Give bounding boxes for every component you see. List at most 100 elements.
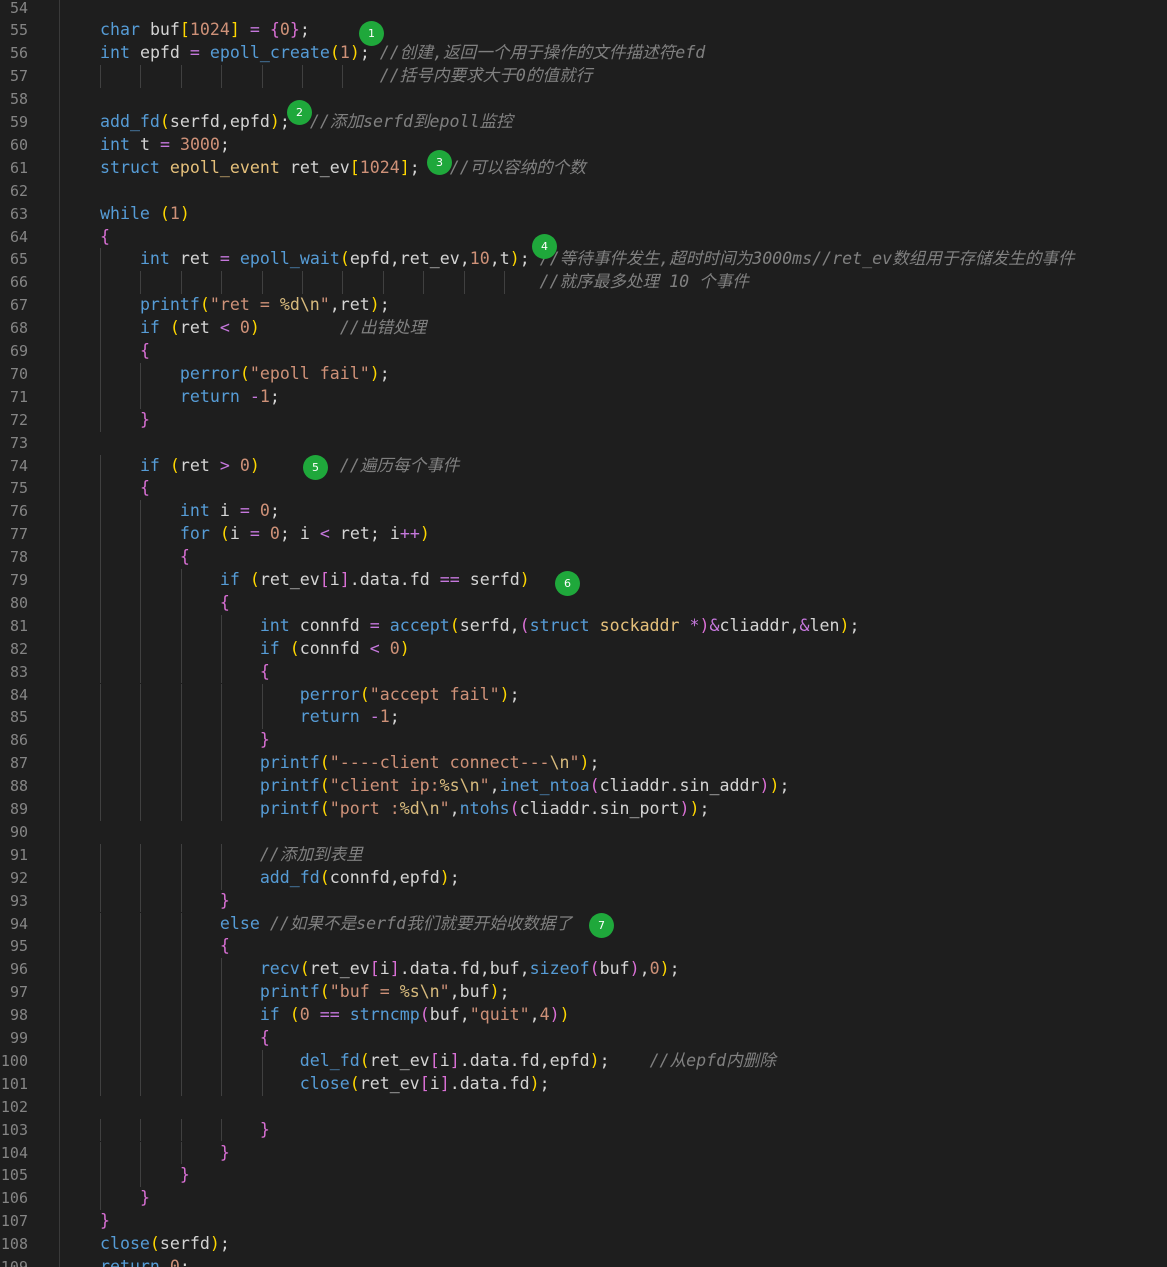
code-editor[interactable]: 54 55 char buf[1024] = {0}; 56 int epfd = … xyxy=(0,0,1167,1267)
line-code: } xyxy=(139,1188,150,1208)
code-line[interactable]: 86 } xyxy=(0,729,1167,753)
line-code: { xyxy=(99,226,110,246)
line-code: printf("port :%d\n",ntohs(cliaddr.sin_po… xyxy=(259,799,710,818)
code-line[interactable]: 73 xyxy=(0,432,1167,455)
code-line[interactable]: 97 printf("buf = %s\n",buf); xyxy=(0,981,1167,1005)
code-line[interactable]: 92 add_fd(connfd,epfd); xyxy=(0,866,1167,890)
code-line[interactable]: 57 //括号内要求大于0的值就行 xyxy=(0,65,1167,89)
line-number: 90 xyxy=(9,822,28,841)
code-line[interactable]: 71 return -1; xyxy=(0,385,1167,409)
code-line[interactable]: 90 xyxy=(0,821,1167,844)
code-line[interactable]: 89 printf("port :%d\n",ntohs(cliaddr.sin… xyxy=(0,798,1167,821)
code-line[interactable]: 104 } xyxy=(0,1141,1167,1165)
code-line[interactable]: 96 recv(ret_ev[i].data.fd,buf,sizeof(buf… xyxy=(0,958,1167,982)
line-code: { xyxy=(259,661,270,681)
code-line[interactable]: 98 if (0 == strncmp(buf,"quit",4)) xyxy=(0,1004,1167,1027)
code-line[interactable]: 67 printf("ret = %d\n",ret); xyxy=(0,294,1167,318)
code-line[interactable]: 100 del_fd(ret_ev[i].data.fd,epfd); //从e… xyxy=(0,1049,1167,1073)
code-line[interactable]: 58 xyxy=(0,88,1167,111)
code-line[interactable]: 85 return -1; xyxy=(0,706,1167,730)
line-number: 78 xyxy=(9,548,28,567)
line-code: //就序最多处理 10 个事件 xyxy=(539,272,749,292)
code-line[interactable]: 109 return 0; xyxy=(0,1256,1167,1267)
code-line[interactable]: 105 } xyxy=(0,1164,1167,1188)
line-code: if (0 == strncmp(buf,"quit",4)) xyxy=(259,1005,570,1025)
line-code: printf("----client connect---\n"); xyxy=(259,753,600,773)
line-number: 60 xyxy=(9,135,28,154)
code-line[interactable]: 106 } xyxy=(0,1187,1167,1211)
code-line[interactable]: 74 if (ret > 0) //遍历每个事件 xyxy=(0,454,1167,478)
code-line[interactable]: 93 } xyxy=(0,889,1167,913)
line-number: 57 xyxy=(9,67,28,86)
line-code: int ret = epoll_wait(epfd,ret_ev,10,t); … xyxy=(139,249,1075,269)
code-line[interactable]: 54 xyxy=(0,0,1167,19)
line-number: 67 xyxy=(9,296,28,315)
line-number: 62 xyxy=(9,181,28,200)
code-line[interactable]: 107 } xyxy=(0,1210,1167,1233)
line-code: //添加到表里 xyxy=(259,844,363,864)
line-number: 91 xyxy=(9,845,28,864)
code-line[interactable]: 69 { xyxy=(0,340,1167,363)
code-line[interactable]: 88 printf("client ip:%s\n",inet_ntoa(cli… xyxy=(0,775,1167,798)
line-code: return 0; xyxy=(99,1257,190,1267)
line-number: 101 xyxy=(0,1074,28,1093)
code-line[interactable]: 94 else //如果不是serfd我们就要开始收数据了 xyxy=(0,912,1167,936)
line-number: 83 xyxy=(9,662,28,681)
line-code: if (connfd < 0) xyxy=(259,638,410,658)
code-line[interactable]: 68 if (ret < 0) //出错处理 xyxy=(0,317,1167,340)
line-code: close(serfd); xyxy=(99,1234,230,1254)
annotation-marker-4: 4 xyxy=(532,233,557,259)
code-line[interactable]: 78 { xyxy=(0,546,1167,569)
code-line[interactable]: 84 perror("accept fail"); xyxy=(0,683,1167,707)
line-number: 75 xyxy=(9,479,28,498)
code-line[interactable]: 79 if (ret_ev[i].data.fd == serfd) xyxy=(0,569,1167,592)
line-number: 80 xyxy=(9,593,28,612)
code-line[interactable]: 70 perror("epoll fail"); xyxy=(0,362,1167,386)
code-line[interactable]: 76 int i = 0; xyxy=(0,500,1167,524)
code-line[interactable]: 64 { xyxy=(0,226,1167,249)
line-number: 106 xyxy=(0,1189,28,1208)
line-code: int connfd = accept(serfd,(struct sockad… xyxy=(259,615,860,635)
code-line[interactable]: 102 xyxy=(0,1096,1167,1119)
line-number: 97 xyxy=(9,983,28,1002)
line-number: 95 xyxy=(9,937,28,956)
code-line[interactable]: 99 { xyxy=(0,1027,1167,1050)
code-line[interactable]: 83 { xyxy=(0,660,1167,684)
line-code: close(ret_ev[i].data.fd); xyxy=(299,1073,550,1093)
code-line[interactable]: 87 printf("----client connect---\n"); xyxy=(0,752,1167,776)
code-line[interactable]: 63 while (1) xyxy=(0,203,1167,226)
line-number: 54 xyxy=(9,0,28,17)
code-line[interactable]: 60 int t = 3000; xyxy=(0,134,1167,157)
code-line[interactable]: 72 } xyxy=(0,408,1167,432)
code-line[interactable]: 82 if (connfd < 0) xyxy=(0,637,1167,661)
line-code: char buf[1024] = {0}; xyxy=(99,20,310,40)
code-line[interactable]: 62 xyxy=(0,180,1167,203)
code-line[interactable]: 75 { xyxy=(0,477,1167,501)
line-code: { xyxy=(219,592,230,612)
code-line[interactable]: 91 //添加到表里 xyxy=(0,843,1167,867)
annotation-marker-3: 3 xyxy=(427,149,452,175)
code-line[interactable]: 77 for (i = 0; i < ret; i++) xyxy=(0,523,1167,547)
code-line[interactable]: 56 int epfd = epoll_create(1); //创建,返回一个… xyxy=(0,42,1167,65)
line-number: 64 xyxy=(9,227,28,246)
line-number: 76 xyxy=(9,502,28,521)
line-code: { xyxy=(259,1028,270,1047)
line-code: { xyxy=(139,478,150,498)
code-line[interactable]: 101 close(ret_ev[i].data.fd); xyxy=(0,1072,1167,1096)
code-line[interactable]: 66 //就序最多处理 10 个事件 xyxy=(0,271,1167,295)
line-code: perror("accept fail"); xyxy=(299,684,520,704)
line-number: 109 xyxy=(0,1258,28,1267)
code-line[interactable]: 81 int connfd = accept(serfd,(struct soc… xyxy=(0,614,1167,638)
code-line[interactable]: 95 { xyxy=(0,935,1167,959)
code-line[interactable]: 65 int ret = epoll_wait(epfd,ret_ev,10,t… xyxy=(0,248,1167,272)
line-code: if (ret < 0) //出错处理 xyxy=(139,318,427,338)
code-line[interactable]: 108 close(serfd); xyxy=(0,1233,1167,1256)
code-line[interactable]: 103 } xyxy=(0,1118,1167,1142)
line-code: } xyxy=(259,1119,270,1139)
code-line[interactable]: 55 char buf[1024] = {0}; xyxy=(0,19,1167,42)
line-code: printf("ret = %d\n",ret); xyxy=(139,295,390,315)
code-line[interactable]: 59 add_fd(serfd,epfd); //添加serfd到epoll监控 xyxy=(0,111,1167,134)
code-line[interactable]: 61 struct epoll_event ret_ev[1024]; //可以… xyxy=(0,157,1167,180)
code-line[interactable]: 80 { xyxy=(0,591,1167,615)
line-code: { xyxy=(139,341,150,360)
